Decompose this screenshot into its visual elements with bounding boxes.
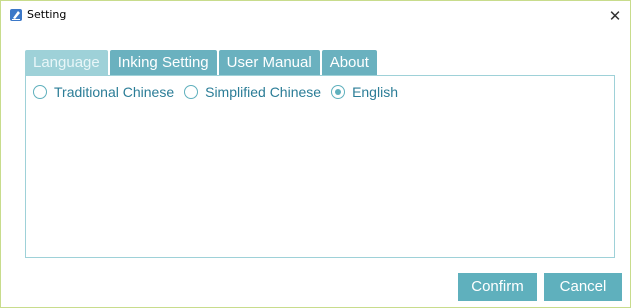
radio-simplified-chinese[interactable]: Simplified Chinese [184, 84, 321, 100]
tab-user-manual[interactable]: User Manual [218, 50, 320, 75]
settings-window: Setting ✕ Language Inking Setting User M… [0, 0, 631, 308]
tab-about[interactable]: About [321, 50, 377, 75]
language-radio-group: Traditional Chinese Simplified Chinese E… [33, 84, 408, 100]
cancel-button[interactable]: Cancel [544, 273, 622, 301]
language-panel: Traditional Chinese Simplified Chinese E… [25, 75, 615, 258]
radio-traditional-chinese[interactable]: Traditional Chinese [33, 84, 174, 100]
window-title: Setting [27, 8, 67, 21]
radio-button[interactable] [184, 85, 199, 99]
radio-button[interactable] [33, 85, 47, 99]
tab-language[interactable]: Language [25, 50, 108, 75]
tab-bar: Language Inking Setting User Manual Abou… [25, 50, 379, 75]
confirm-button[interactable]: Confirm [458, 273, 537, 301]
pen-icon [10, 9, 22, 21]
close-icon[interactable]: ✕ [604, 5, 626, 27]
title-bar: Setting ✕ [1, 1, 630, 31]
radio-label: English [352, 84, 398, 100]
tab-inking-setting[interactable]: Inking Setting [109, 50, 217, 75]
radio-label: Traditional Chinese [54, 84, 175, 100]
radio-english[interactable]: English [331, 84, 398, 100]
radio-label: Simplified Chinese [205, 84, 322, 100]
radio-button[interactable] [331, 85, 346, 99]
